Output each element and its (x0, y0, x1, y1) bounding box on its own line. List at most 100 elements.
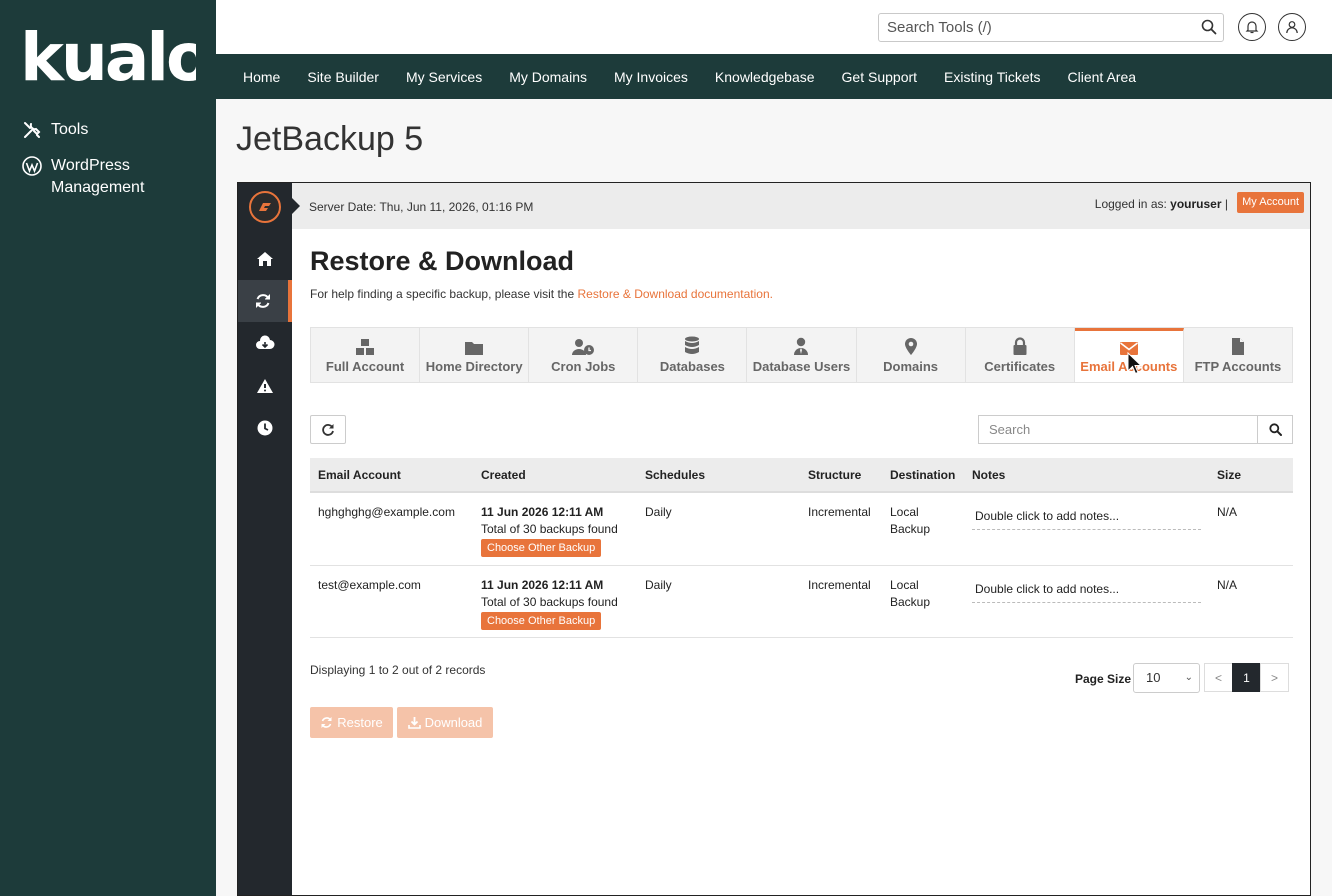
column-header-notes[interactable]: Notes (964, 458, 1209, 493)
tab-database-users[interactable]: Database Users (747, 328, 857, 382)
page-size-value: 10 (1146, 670, 1161, 685)
tab-label: Domains (883, 359, 939, 374)
table-search-button[interactable] (1257, 415, 1293, 444)
tab-label: Cron Jobs (551, 359, 616, 374)
download-label: Download (424, 715, 483, 730)
tab-label: Database Users (752, 359, 851, 374)
tab-label: Databases (659, 359, 725, 374)
help-text: For help finding a specific backup, plea… (310, 287, 773, 301)
help-text-body: For help finding a specific backup, plea… (310, 287, 575, 301)
sidebar-item-label: WordPress Management (51, 157, 145, 196)
tab-certificates[interactable]: Certificates (966, 328, 1075, 382)
pager-next-button[interactable]: > (1260, 663, 1289, 692)
sidebar-item-wordpress[interactable]: WordPress Management (22, 155, 171, 199)
nav-my-invoices[interactable]: My Invoices (614, 69, 688, 85)
logged-in-prefix: Logged in as: (1094, 197, 1167, 211)
cell-created: 11 Jun 2026 12:11 AM Total of 30 backups… (473, 565, 637, 638)
nav-client-area[interactable]: Client Area (1068, 69, 1136, 85)
table-search-box[interactable] (978, 415, 1258, 444)
logged-in-separator: | (1224, 197, 1228, 211)
my-account-button[interactable]: My Account (1237, 192, 1304, 213)
notes-editable[interactable]: Double click to add notes... (972, 508, 1201, 530)
table-row[interactable]: test@example.com 11 Jun 2026 12:11 AM To… (310, 565, 1293, 638)
user-clock-icon (571, 336, 595, 356)
nav-get-support[interactable]: Get Support (842, 69, 918, 85)
nav-site-builder[interactable]: Site Builder (307, 69, 379, 85)
jetbackup-logo-icon[interactable] (249, 191, 281, 223)
nav-knowledgebase[interactable]: Knowledgebase (715, 69, 815, 85)
cell-schedule: Daily (637, 565, 800, 638)
nav-my-domains[interactable]: My Domains (509, 69, 587, 85)
cell-size: N/A (1209, 565, 1293, 638)
table-row[interactable]: hghghghg@example.com 11 Jun 2026 12:11 A… (310, 492, 1293, 566)
column-header-created[interactable]: Created (473, 458, 637, 493)
column-header-email-account[interactable]: Email Account (310, 458, 473, 493)
page-size-select[interactable]: 10 ⌄ (1133, 663, 1200, 693)
refresh-icon (256, 294, 270, 308)
refresh-button[interactable] (310, 415, 346, 444)
cell-size: N/A (1209, 492, 1293, 566)
jb-nav-downloads[interactable] (238, 322, 292, 364)
jb-nav-restore[interactable] (238, 280, 292, 322)
documentation-link[interactable]: Restore & Download documentation. (578, 287, 773, 301)
database-icon (684, 336, 700, 356)
jb-nav-queue[interactable] (238, 407, 292, 449)
cell-destination: Local Backup (882, 492, 964, 566)
search-icon (1268, 423, 1282, 436)
nav-my-services[interactable]: My Services (406, 69, 482, 85)
cell-created: 11 Jun 2026 12:11 AM Total of 30 backups… (473, 492, 637, 566)
tab-home-directory[interactable]: Home Directory (420, 328, 530, 382)
logged-in-info: Logged in as: youruser | (1095, 197, 1228, 211)
page-size-label: Page Size (1075, 672, 1132, 686)
section-heading: Restore & Download (310, 246, 575, 276)
download-icon (407, 717, 421, 729)
choose-other-backup-button[interactable]: Choose Other Backup (481, 539, 602, 557)
column-header-structure[interactable]: Structure (800, 458, 882, 493)
tab-label: Home Directory (425, 359, 523, 374)
nav-existing-tickets[interactable]: Existing Tickets (944, 69, 1040, 85)
sidebar-item-tools[interactable]: Tools (22, 119, 171, 141)
cell-structure: Incremental (800, 492, 882, 566)
cell-structure: Incremental (800, 565, 882, 638)
records-count: Displaying 1 to 2 out of 2 records (310, 663, 486, 677)
tab-cron-jobs[interactable]: Cron Jobs (529, 328, 639, 382)
pager-prev-button[interactable]: < (1204, 663, 1233, 692)
tab-label: Certificates (984, 359, 1056, 374)
jb-nav-dashboard[interactable] (238, 238, 292, 280)
restore-button[interactable]: Restore (310, 707, 393, 738)
cell-schedule: Daily (637, 492, 800, 566)
nav-home[interactable]: Home (243, 69, 280, 85)
created-total: Total of 30 backups found (481, 594, 618, 609)
search-tools-input[interactable] (879, 14, 1179, 41)
download-button[interactable]: Download (397, 707, 493, 738)
refresh-icon (322, 423, 334, 436)
column-header-schedules[interactable]: Schedules (637, 458, 800, 493)
jetbackup-frame: Server Date: Thu, Jun 11, 2026, 01:16 PM… (237, 182, 1311, 896)
choose-other-backup-button[interactable]: Choose Other Backup (481, 611, 602, 630)
kualo-logo[interactable]: kualo (20, 26, 196, 88)
clock-icon (257, 420, 273, 436)
notifications-button[interactable] (1238, 13, 1266, 41)
user-menu-button[interactable] (1278, 13, 1306, 41)
table-search-input[interactable] (979, 416, 1249, 443)
restore-label: Restore (337, 715, 383, 730)
column-header-size[interactable]: Size (1209, 458, 1293, 493)
tab-label: FTP Accounts (1194, 359, 1282, 374)
main-nav: Home Site Builder My Services My Domains… (216, 54, 1332, 99)
notes-editable[interactable]: Double click to add notes... (972, 581, 1201, 603)
search-tools-box[interactable] (878, 13, 1224, 42)
pager-page-button[interactable]: 1 (1232, 663, 1261, 692)
tab-domains[interactable]: Domains (857, 328, 966, 382)
search-icon[interactable] (1201, 19, 1217, 40)
tab-databases[interactable]: Databases (638, 328, 748, 382)
topbar-arrow (292, 198, 300, 214)
column-header-destination[interactable]: Destination (882, 458, 964, 493)
tab-ftp-accounts[interactable]: FTP Accounts (1184, 328, 1292, 382)
tab-full-account[interactable]: Full Account (311, 328, 421, 382)
lock-icon (1012, 336, 1028, 356)
cubes-icon (355, 336, 375, 356)
jb-nav-alerts[interactable] (238, 365, 292, 407)
sidebar-item-label: Tools (51, 121, 89, 138)
file-icon (1231, 336, 1245, 356)
user-tie-icon (793, 336, 809, 356)
